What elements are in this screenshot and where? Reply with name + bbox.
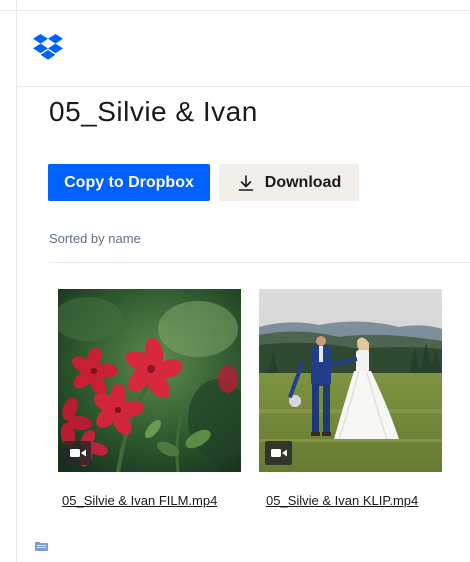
download-label: Download bbox=[264, 173, 342, 191]
dropbox-logo-icon[interactable] bbox=[33, 34, 63, 60]
file-thumbnail-klip[interactable] bbox=[259, 289, 442, 472]
top-divider bbox=[0, 10, 470, 11]
shared-folder-page: 05_Silvie & Ivan Copy to Dropbox Downloa… bbox=[0, 0, 470, 562]
copy-to-dropbox-label: Copy to Dropbox bbox=[64, 173, 194, 191]
download-button[interactable]: Download bbox=[219, 164, 359, 201]
video-camera-icon bbox=[64, 441, 91, 465]
file-name-link[interactable]: 05_Silvie & Ivan KLIP.mp4 bbox=[266, 493, 418, 508]
file-name-link[interactable]: 05_Silvie & Ivan FILM.mp4 bbox=[62, 493, 217, 508]
sort-divider bbox=[49, 262, 470, 263]
download-icon bbox=[238, 174, 254, 191]
page-title: 05_Silvie & Ivan bbox=[49, 96, 258, 127]
video-camera-icon bbox=[265, 441, 292, 465]
sort-label[interactable]: Sorted by name bbox=[49, 231, 141, 246]
left-divider bbox=[16, 0, 17, 562]
header-divider bbox=[16, 86, 470, 87]
file-thumbnail-film[interactable] bbox=[58, 289, 241, 472]
folder-icon[interactable] bbox=[35, 542, 48, 551]
copy-to-dropbox-button[interactable]: Copy to Dropbox bbox=[48, 164, 210, 201]
